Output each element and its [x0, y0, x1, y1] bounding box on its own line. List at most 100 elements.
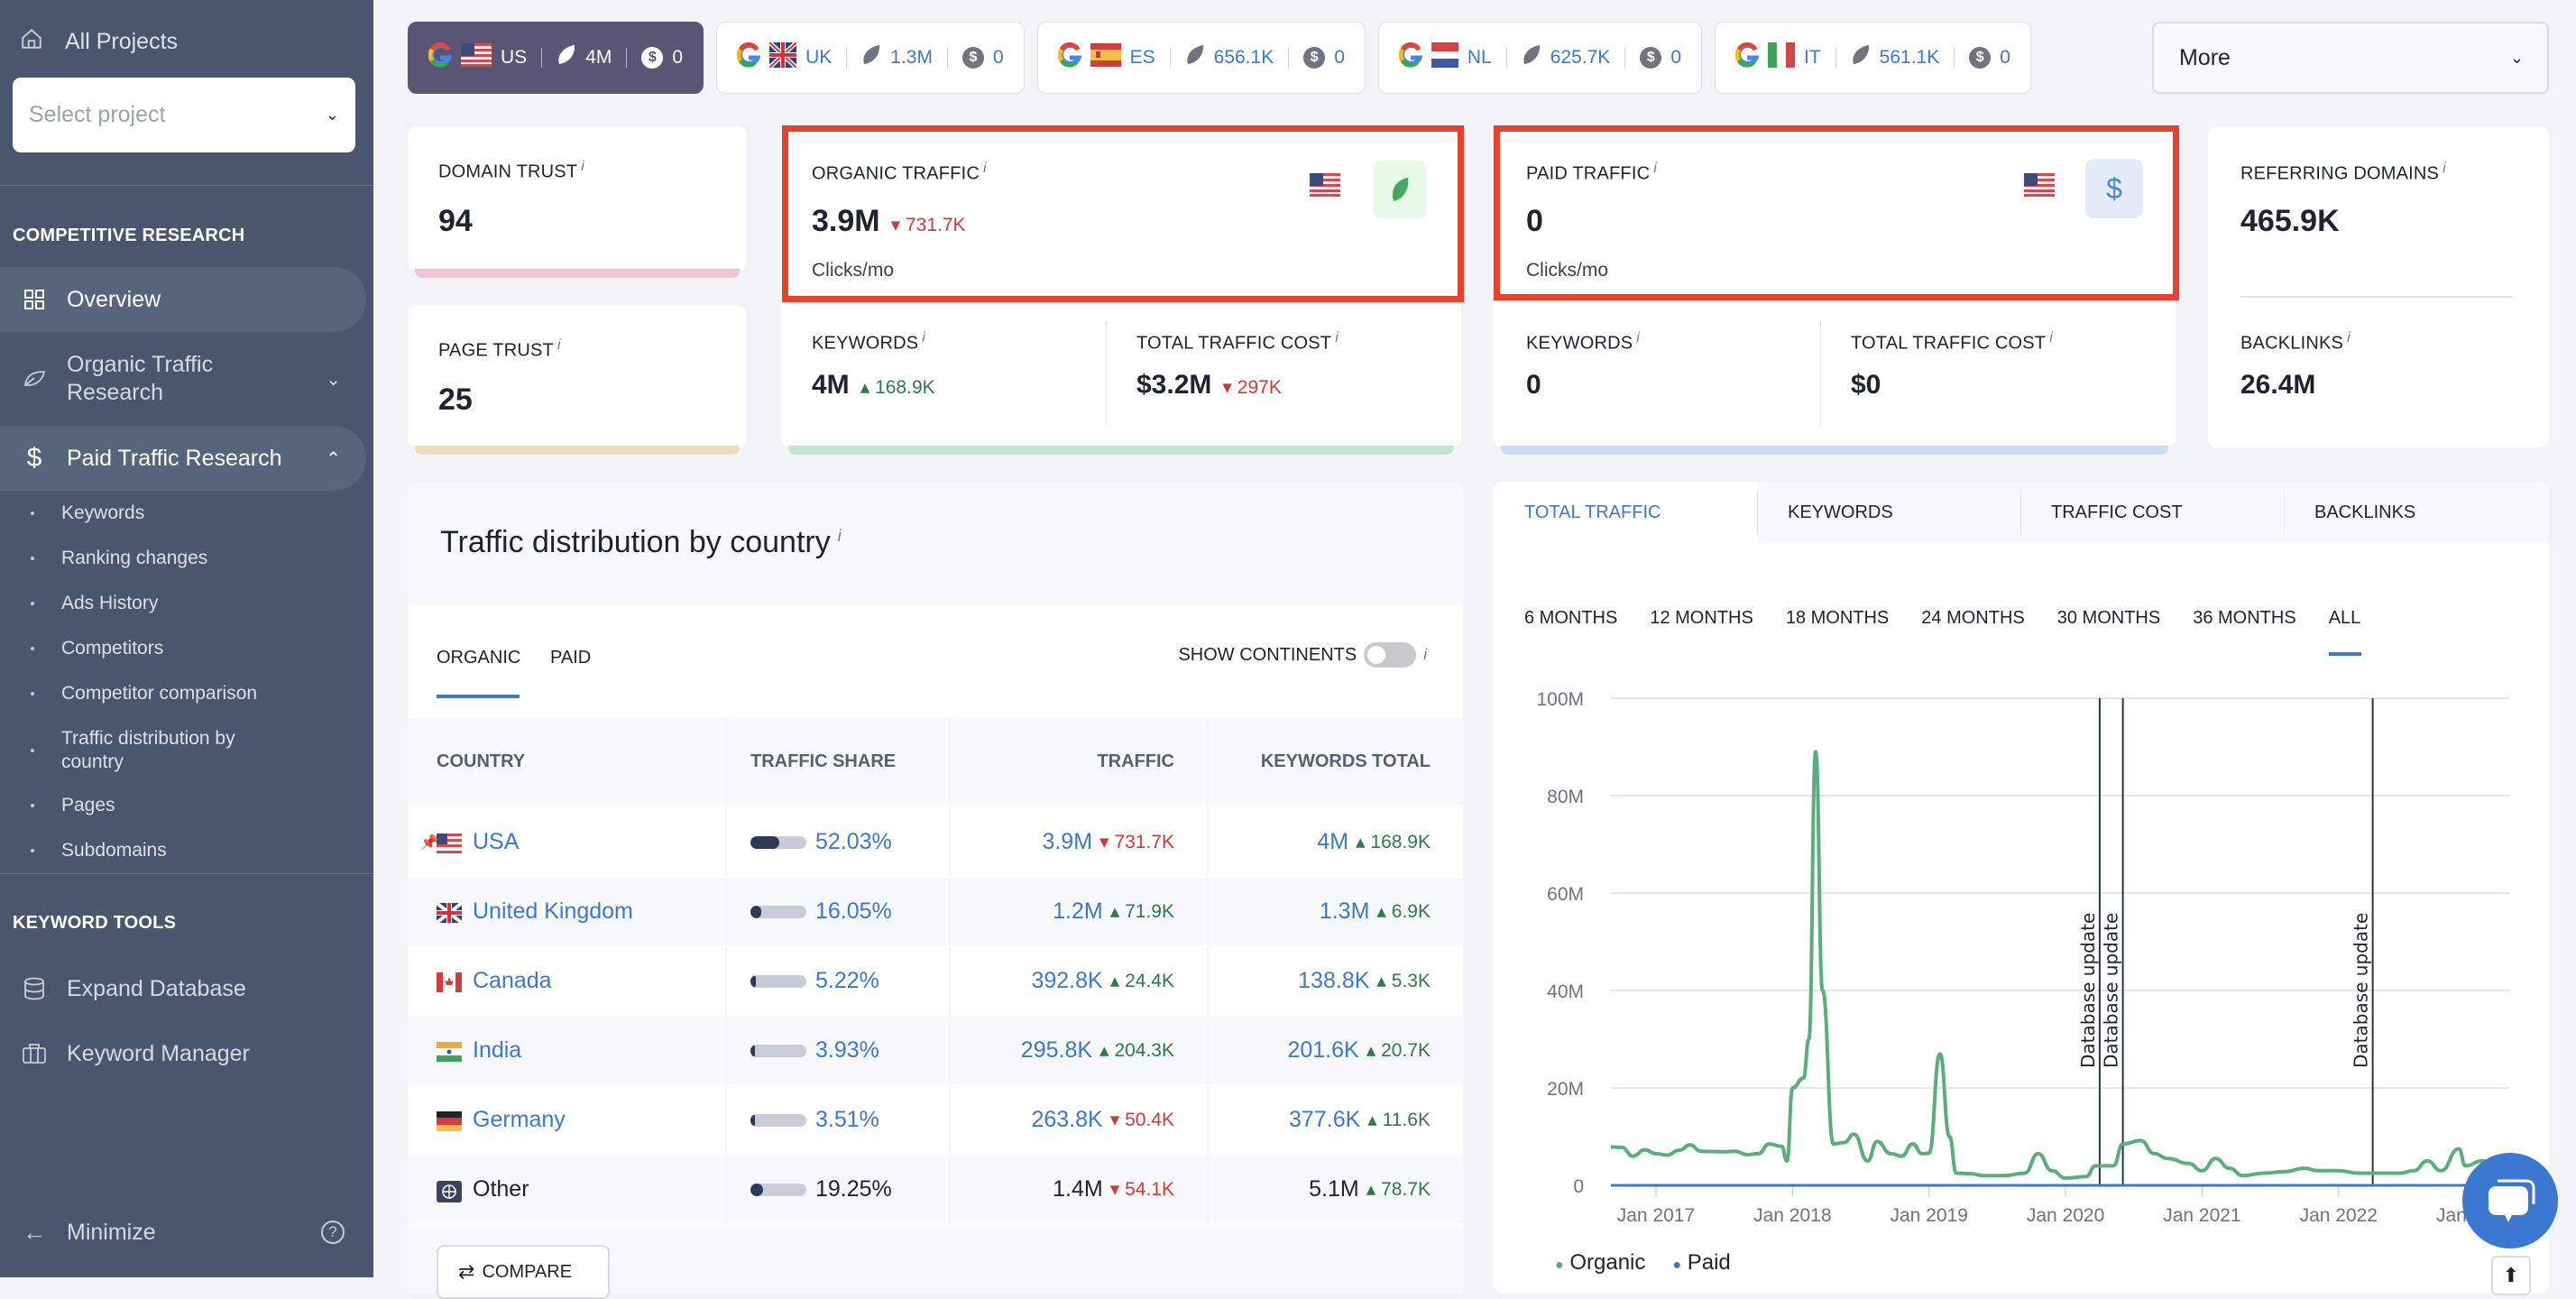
- keywords-value[interactable]: 1.3M: [1320, 898, 1370, 925]
- table-row: Canada 5.22% 392.8K ▴ 24.4K 138.8K ▴ 5.3K: [408, 947, 1463, 1015]
- export-icon[interactable]: ⬆: [2491, 1256, 2531, 1295]
- help-icon[interactable]: ?: [321, 1221, 345, 1244]
- sidebar-subitem-pages[interactable]: Pages: [31, 794, 296, 817]
- flag-icon: [435, 900, 464, 925]
- col-header-traffic[interactable]: TRAFFIC: [951, 718, 1209, 805]
- subitem-label: Competitors: [61, 638, 164, 659]
- sidebar-subitem-competitors[interactable]: Competitors: [31, 637, 296, 660]
- table-row: Other 19.25% 1.4M ▾ 54.1K 5.1M ▴ 78.7K: [408, 1156, 1463, 1223]
- info-icon[interactable]: i: [2049, 330, 2053, 345]
- dollar-circle-icon: $: [1303, 47, 1326, 69]
- traffic-value[interactable]: 392.8K: [1031, 968, 1102, 994]
- domain-trust-card: DOMAIN TRUST i 94: [408, 126, 747, 278]
- sidebar-item-label: Expand Database: [67, 975, 246, 1001]
- separator: [626, 48, 628, 68]
- range-30-months[interactable]: 30 MONTHS: [2057, 608, 2160, 629]
- traffic-value[interactable]: 263.8K: [1031, 1107, 1102, 1133]
- tab-total-traffic[interactable]: TOTAL TRAFFIC: [1494, 482, 1757, 543]
- keywords-value[interactable]: 201.6K: [1287, 1037, 1358, 1064]
- range-6-months[interactable]: 6 MONTHS: [1524, 608, 1617, 629]
- info-icon[interactable]: i: [581, 159, 584, 174]
- col-header-traffic-share[interactable]: TRAFFIC SHARE: [727, 718, 951, 805]
- tab-paid[interactable]: PAID: [550, 648, 591, 668]
- info-icon[interactable]: i: [557, 337, 561, 353]
- x-tick-label: Jan 2018: [1753, 1205, 1831, 1226]
- engine-tab-it[interactable]: IT 561.1K $0: [1715, 22, 2031, 94]
- separator: [946, 48, 948, 68]
- engine-tab-uk[interactable]: UK 1.3M $0: [716, 22, 1025, 94]
- sidebar-item-organic-traffic-research[interactable]: Organic Traffic Research ⌄: [0, 343, 366, 415]
- chat-widget-button[interactable]: [2462, 1153, 2558, 1248]
- sidebar-subitem-keywords[interactable]: Keywords: [31, 502, 296, 525]
- range-all[interactable]: ALL: [2328, 608, 2361, 656]
- keywords-value[interactable]: 377.6K: [1289, 1107, 1360, 1133]
- engine-paid-count: 0: [1334, 47, 1345, 68]
- keywords-value[interactable]: 4M: [1317, 829, 1348, 855]
- country-link[interactable]: India: [473, 1037, 521, 1064]
- country-link[interactable]: Canada: [473, 968, 552, 994]
- organic-keywords-label: KEYWORDS i: [812, 330, 926, 354]
- separator: [541, 48, 543, 68]
- sidebar-subitem-ranking-changes[interactable]: Ranking changes: [31, 547, 296, 570]
- chat-bubble-icon: [2489, 1179, 2535, 1222]
- sidebar-item-paid-traffic-research[interactable]: $ Paid Traffic Research ⌃: [0, 426, 366, 491]
- range-24-months[interactable]: 24 MONTHS: [1921, 608, 2024, 629]
- all-projects-link[interactable]: All Projects: [20, 27, 178, 57]
- engine-tab-us[interactable]: US 4M $0: [408, 22, 704, 94]
- keywords-value[interactable]: 138.8K: [1298, 968, 1369, 994]
- compare-button[interactable]: ⇄ COMPARE: [437, 1245, 610, 1299]
- range-12-months[interactable]: 12 MONTHS: [1650, 608, 1753, 629]
- range-36-months[interactable]: 36 MONTHS: [2193, 608, 2295, 629]
- engine-tab-nl[interactable]: NL 625.7K $0: [1377, 22, 1702, 94]
- tab-traffic-cost[interactable]: TRAFFIC COST: [2020, 482, 2284, 543]
- sidebar-item-expand-database[interactable]: Expand Database: [0, 969, 366, 1009]
- engine-tab-es[interactable]: ES 656.1K $0: [1036, 22, 1366, 94]
- traffic-distribution-panel: Traffic distribution by country i ORGANIC…: [408, 482, 1463, 1299]
- info-icon[interactable]: i: [1335, 330, 1339, 345]
- legend-organic[interactable]: ● Organic: [1555, 1250, 1645, 1276]
- bullet-icon: [31, 804, 34, 807]
- legend-paid[interactable]: ● Paid: [1672, 1250, 1730, 1276]
- cell-keywords: 1.3M ▴ 6.9K: [1209, 878, 1463, 945]
- country-link[interactable]: United Kingdom: [473, 898, 633, 925]
- chart-metric-tabs: TOTAL TRAFFIC KEYWORDS TRAFFIC COST BACK…: [1494, 482, 2549, 543]
- x-tick-label: Jan 2021: [2163, 1205, 2240, 1226]
- sidebar-subitem-traffic-distribution[interactable]: Traffic distribution by country: [31, 727, 296, 774]
- sidebar-subitem-competitor-comparison[interactable]: Competitor comparison: [31, 682, 296, 705]
- highlight-paid-traffic: [1494, 125, 2179, 300]
- info-icon[interactable]: i: [922, 330, 925, 345]
- info-icon[interactable]: i: [838, 527, 842, 545]
- sidebar-subitem-ads-history[interactable]: Ads History: [31, 592, 296, 615]
- cell-country: Canada: [408, 947, 727, 1015]
- sidebar-item-keyword-manager[interactable]: Keyword Manager: [0, 1034, 366, 1073]
- tab-backlinks[interactable]: BACKLINKS: [2284, 482, 2547, 543]
- sidebar-subitem-subdomains[interactable]: Subdomains: [31, 839, 296, 862]
- separator: [1624, 48, 1626, 68]
- y-tick-label: 0: [1573, 1176, 1584, 1197]
- minimize-button[interactable]: ← Minimize ?: [0, 1212, 366, 1252]
- x-tick-label: Jan 2020: [2027, 1205, 2104, 1226]
- project-select[interactable]: Select project ⌄: [13, 78, 355, 152]
- traffic-value[interactable]: 3.9M: [1042, 829, 1092, 855]
- range-18-months[interactable]: 18 MONTHS: [1786, 608, 1889, 629]
- info-icon[interactable]: i: [2347, 330, 2351, 345]
- country-link[interactable]: USA: [473, 829, 519, 855]
- col-header-country[interactable]: COUNTRY: [408, 718, 727, 805]
- col-header-keywords-total[interactable]: KEYWORDS TOTAL: [1209, 718, 1463, 805]
- traffic-value[interactable]: 1.2M: [1053, 898, 1103, 925]
- tab-keywords[interactable]: KEYWORDS: [1757, 482, 2020, 543]
- more-dropdown[interactable]: More ⌄: [2152, 22, 2549, 94]
- pin-icon[interactable]: 📌: [420, 834, 438, 852]
- x-tick-label: Jan 2017: [1617, 1205, 1695, 1226]
- show-continents-toggle[interactable]: [1364, 642, 1417, 668]
- traffic-value[interactable]: 295.8K: [1021, 1037, 1092, 1064]
- traffic-delta: ▾ 54.1K: [1109, 1179, 1174, 1200]
- info-icon[interactable]: i: [1636, 330, 1640, 345]
- engine-organic-count: 656.1K: [1213, 47, 1274, 68]
- chart-legend: ● Organic ● Paid: [1555, 1250, 1731, 1276]
- tab-organic[interactable]: ORGANIC: [437, 648, 520, 668]
- info-icon[interactable]: i: [1423, 646, 1427, 664]
- info-icon[interactable]: i: [2443, 161, 2446, 176]
- country-link[interactable]: Germany: [473, 1107, 566, 1133]
- sidebar-item-overview[interactable]: Overview: [0, 267, 366, 332]
